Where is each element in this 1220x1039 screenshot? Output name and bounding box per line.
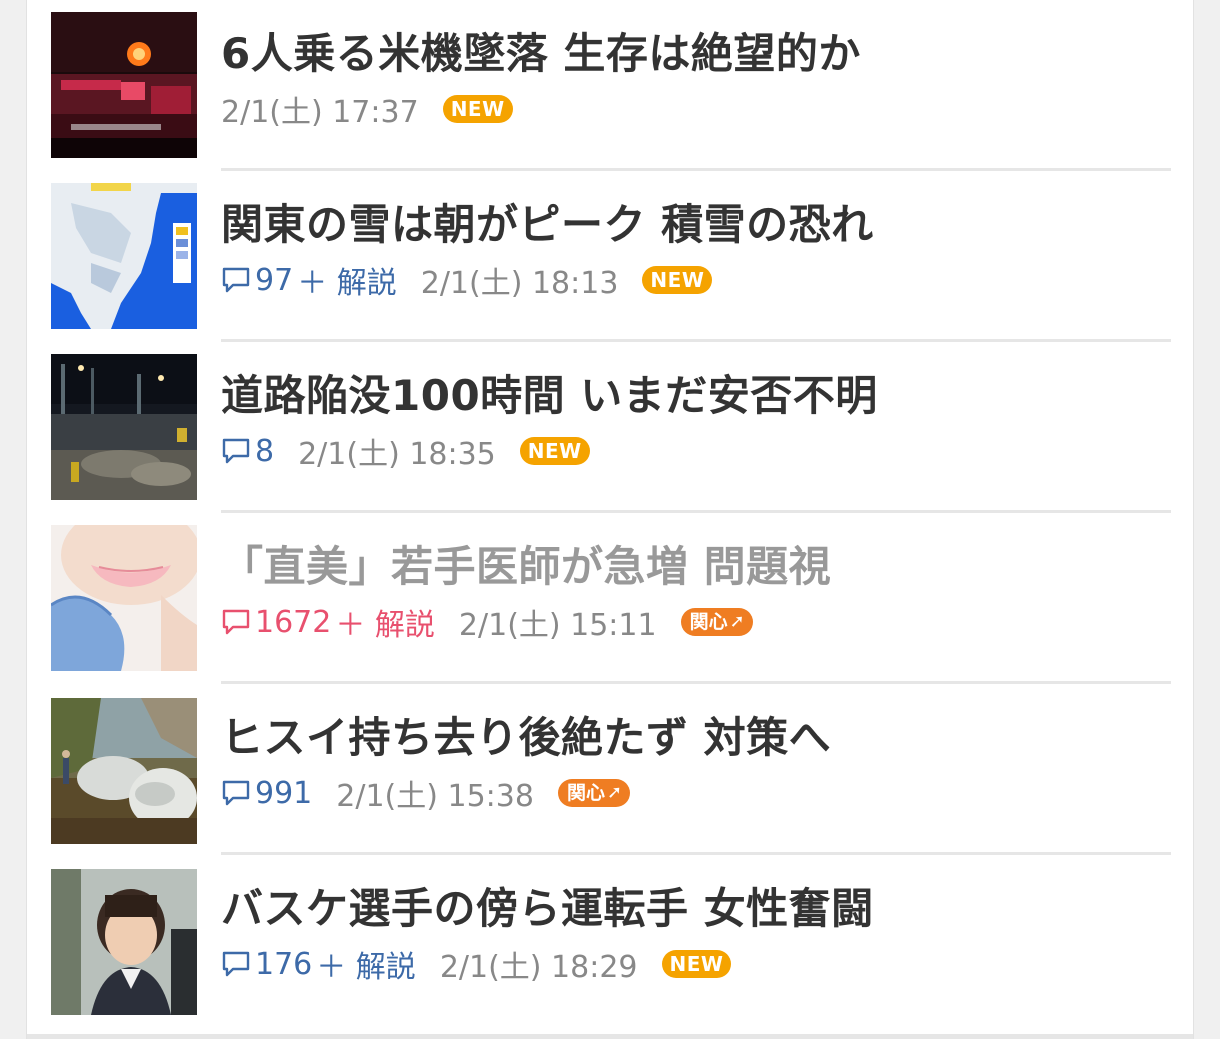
comment-count: 97 (255, 262, 294, 298)
list-bottom-divider (27, 1034, 1193, 1039)
new-badge: NEW (519, 437, 590, 465)
news-title[interactable]: バスケ選手の傍ら運転手 女性奮闘 (221, 881, 874, 937)
news-item[interactable]: ヒスイ持ち去り後絶たず 対策へ 991 2/1(土) 15:38 関心 ➚ (27, 684, 1193, 855)
news-date: 2/1(土) 18:13 (420, 266, 619, 301)
news-item[interactable]: 6人乗る米機墜落 生存は絶望的か 2/1(土) 17:37 NEW (27, 0, 1193, 171)
news-thumbnail[interactable] (51, 869, 197, 1015)
news-thumbnail[interactable] (51, 183, 197, 329)
news-date: 2/1(土) 18:29 (439, 950, 638, 985)
comment-link[interactable]: 991 (221, 776, 312, 811)
news-thumbnail[interactable] (51, 12, 197, 158)
news-item[interactable]: バスケ選手の傍ら運転手 女性奮闘 176 ＋ 解説 2/1(土) 18:29 N… (27, 855, 1193, 1026)
news-item[interactable]: 関東の雪は朝がピーク 積雪の恐れ 97 ＋ 解説 2/1(土) 18:13 NE… (27, 171, 1193, 342)
new-badge: NEW (661, 950, 732, 978)
news-date: 2/1(土) 15:11 (458, 608, 657, 643)
comment-count: 8 (255, 433, 275, 469)
interest-badge: 関心 ➚ (557, 779, 631, 807)
news-title[interactable]: 関東の雪は朝がピーク 積雪の恐れ (221, 197, 874, 253)
interest-badge-label: 関心 (566, 782, 605, 804)
news-title[interactable]: 6人乗る米機墜落 生存は絶望的か (221, 26, 861, 82)
comment-icon (222, 951, 250, 977)
news-list-panel: 6人乗る米機墜落 生存は絶望的か 2/1(土) 17:37 NEW 関東の雪は朝… (26, 0, 1194, 1039)
news-thumbnail[interactable] (51, 354, 197, 500)
comment-icon (222, 609, 250, 635)
news-thumbnail[interactable] (51, 698, 197, 844)
news-meta: 991 2/1(土) 15:38 関心 ➚ (221, 773, 631, 814)
commentary-label: ＋ 解説 (335, 608, 435, 643)
news-meta: 176 ＋ 解説 2/1(土) 18:29 NEW (221, 942, 732, 986)
news-date: 2/1(土) 17:37 (221, 95, 419, 130)
news-date: 2/1(土) 18:35 (298, 437, 496, 472)
new-badge: NEW (642, 266, 713, 294)
news-meta: 97 ＋ 解説 2/1(土) 18:13 NEW (221, 258, 713, 302)
comment-link[interactable]: 1672 ＋ 解説 (221, 600, 435, 644)
comment-count: 991 (255, 775, 313, 811)
comment-link[interactable]: 8 (221, 434, 274, 469)
comment-link[interactable]: 97 ＋ 解説 (221, 258, 397, 302)
news-date: 2/1(土) 15:38 (336, 779, 534, 814)
news-title[interactable]: ヒスイ持ち去り後絶たず 対策へ (221, 710, 831, 766)
interest-badge: 関心 ➚ (680, 608, 753, 636)
comment-icon (222, 438, 250, 464)
comment-count: 1672 (255, 604, 332, 640)
comment-link[interactable]: 176 ＋ 解説 (221, 942, 416, 986)
news-item[interactable]: 道路陥没100時間 いまだ安否不明 8 2/1(土) 18:35 NEW (27, 342, 1193, 513)
commentary-label: ＋ 解説 (316, 950, 416, 985)
interest-badge-label: 関心 (689, 611, 728, 633)
comment-count: 176 (255, 946, 313, 982)
news-thumbnail[interactable] (51, 525, 197, 671)
comment-icon (222, 267, 250, 293)
arrow-up-icon: ➚ (729, 611, 745, 632)
commentary-label: ＋ 解説 (297, 266, 397, 301)
news-item[interactable]: 「直美」若手医師が急増 問題視 1672 ＋ 解説 2/1(土) 15:11 関… (27, 513, 1193, 684)
news-meta: 2/1(土) 17:37 NEW (221, 89, 513, 130)
news-title[interactable]: 「直美」若手医師が急増 問題視 (221, 539, 831, 595)
news-title[interactable]: 道路陥没100時間 いまだ安否不明 (221, 368, 878, 424)
arrow-up-icon: ➚ (606, 782, 623, 803)
new-badge: NEW (442, 95, 513, 123)
comment-icon (222, 780, 250, 806)
news-meta: 8 2/1(土) 18:35 NEW (221, 431, 590, 472)
news-meta: 1672 ＋ 解説 2/1(土) 15:11 関心 ➚ (221, 600, 753, 644)
